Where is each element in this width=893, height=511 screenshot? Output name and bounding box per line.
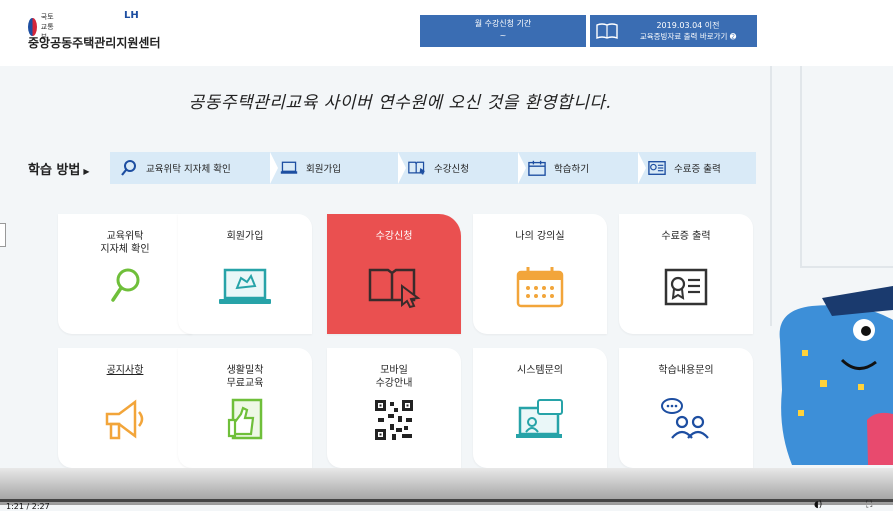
menu-card-certificate[interactable]: 수료증 출력 [619, 214, 753, 334]
card-label: 회원가입 [226, 231, 264, 242]
background-decoration-inner [800, 66, 893, 268]
video-player-controls: 1:21 / 2:27 ◖) ⛶ [0, 468, 893, 511]
enrollment-period-box[interactable]: 월 수강신청 기간 ~ [420, 15, 586, 47]
megaphone-icon [105, 399, 144, 440]
card-label: 수강신청 [375, 231, 413, 242]
card-label: 학습내용문의 [658, 365, 714, 376]
book-cursor-icon [368, 268, 421, 309]
certificate-icon [648, 159, 666, 177]
card-label: 교육위탁 지자체 확인 [100, 231, 150, 255]
progress-bar[interactable] [0, 499, 893, 502]
thumbs-up-icon [227, 398, 263, 440]
menu-card-notices[interactable]: 공지사항 [58, 348, 192, 468]
step-1: 교육위탁 지자체 확인 [110, 152, 278, 184]
step-3: 수강신청 [398, 152, 526, 184]
welcome-message: 공동주택관리교육 사이버 연수원에 오신 것을 환영합니다. [188, 93, 612, 113]
triangle-right-icon: ▶ [83, 167, 90, 176]
menu-card-mobile-guide[interactable]: 모바일 수강안내 [327, 348, 461, 468]
laptop-icon [219, 268, 271, 304]
site-title: 중앙공동주택관리지원센터 [28, 36, 161, 50]
card-label: 수료증 출력 [661, 231, 711, 242]
card-label: 모바일 수강안내 [375, 365, 413, 389]
steps-label: 학습 방법 ▶ [28, 163, 90, 178]
period-title: 월 수강신청 기간 [474, 19, 532, 28]
menu-card-free-education[interactable]: 생활밀착 무료교육 [178, 348, 312, 468]
certificate-shortcut-button[interactable]: 2019.03.04 이전 교육증빙자료 출력 바로가기 ➋ [590, 15, 757, 47]
calendar-icon [528, 159, 546, 177]
qr-code-icon [375, 400, 413, 440]
card-label: 나의 강의실 [515, 231, 565, 242]
step-4: 학습하기 [518, 152, 646, 184]
open-book-icon [596, 23, 618, 40]
side-tab-handle[interactable] [0, 223, 6, 247]
people-chat-icon [661, 398, 709, 439]
chat-monitor-icon [516, 399, 563, 438]
card-label: 공지사항 [106, 365, 144, 376]
laptop-icon [280, 159, 298, 177]
step-5: 수료증 출력 [638, 152, 756, 184]
search-icon [111, 268, 140, 302]
menu-card-system-inquiry[interactable]: 시스템문의 [473, 348, 607, 468]
volume-icon[interactable]: ◖) [814, 500, 822, 510]
card-label: 시스템문의 [517, 365, 563, 376]
menu-card-agency-check[interactable]: 교육위탁 지자체 확인 [58, 214, 192, 334]
doc-link: 교육증빙자료 출력 바로가기 [639, 32, 728, 41]
menu-card-my-classroom[interactable]: 나의 강의실 [473, 214, 607, 334]
playback-time: 1:21 / 2:27 [6, 502, 50, 511]
search-icon [120, 159, 138, 177]
learning-steps-bar: 교육위탁 지자체 확인 회원가입 수강신청 학습하기 수료증 출력 [110, 152, 756, 184]
card-label: 생활밀착 무료교육 [226, 365, 264, 389]
menu-card-enroll[interactable]: 수강신청 [327, 214, 461, 334]
menu-card-content-inquiry[interactable]: 학습내용문의 [619, 348, 753, 468]
period-value: ~ [499, 31, 507, 40]
header: 국토교통부 LH 중앙공동주택관리지원센터 월 수강신청 기간 ~ 2019.0… [0, 0, 893, 66]
mascot-character [779, 286, 893, 465]
calendar-icon [516, 267, 564, 308]
certificate-icon [664, 268, 708, 306]
fullscreen-icon[interactable]: ⛶ [866, 500, 872, 510]
arrow-circle-icon: ➋ [729, 32, 737, 41]
doc-date: 2019.03.04 이전 [656, 21, 720, 30]
menu-card-signup[interactable]: 회원가입 [178, 214, 312, 334]
lh-logo: LH [124, 10, 139, 21]
book-cursor-icon [408, 159, 426, 177]
step-2: 회원가입 [270, 152, 406, 184]
